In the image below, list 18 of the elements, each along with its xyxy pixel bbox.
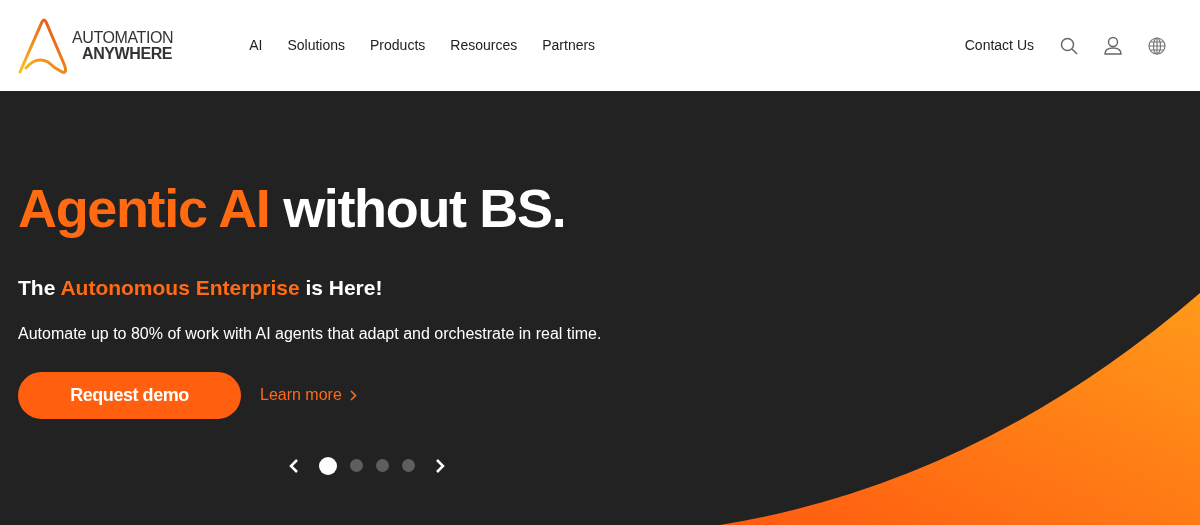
logo-text: ANYWHERE [82, 45, 174, 62]
previous-slide-icon[interactable] [288, 457, 300, 474]
chevron-right-icon [349, 389, 357, 401]
nav-link[interactable]: AI [249, 35, 263, 56]
nav-link[interactable]: Resources [450, 35, 518, 56]
next-slide-icon[interactable] [434, 457, 446, 474]
nav-link[interactable]: Solutions [287, 35, 346, 56]
learn-more-link[interactable]: Learn more [260, 383, 357, 408]
globe-icon[interactable] [1148, 36, 1166, 55]
contact-link[interactable]: Contact Us [964, 35, 1034, 56]
hero-subheading: The Autonomous Enterprise is Here! [18, 275, 384, 302]
logo-text: AUTOMATION [72, 29, 174, 46]
nav-link[interactable]: Partners [542, 35, 596, 56]
hero-description: Automate up to 80% of work with AI agents that adapt and orchestrate in real time. [18, 323, 603, 344]
nav-link[interactable]: Products [370, 35, 426, 56]
hero-headline: Agentic AI without BS. [18, 179, 567, 239]
search-icon[interactable] [1060, 36, 1078, 55]
user-icon[interactable] [1104, 36, 1122, 55]
